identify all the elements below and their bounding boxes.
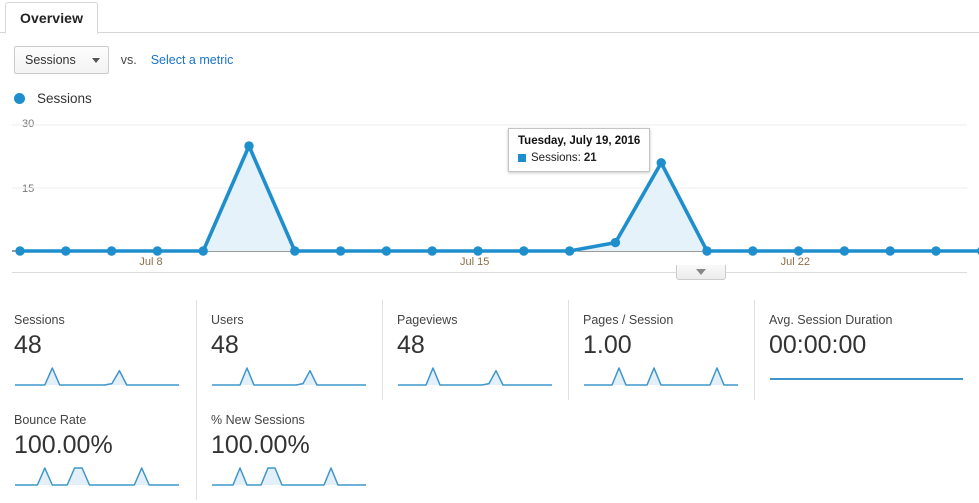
chart-point[interactable] [793,246,804,256]
chart-point[interactable] [885,246,895,256]
chart-point[interactable] [427,246,437,256]
chart-point[interactable] [702,246,712,256]
chart-point[interactable] [656,158,666,168]
primary-metric-value: Sessions [25,53,76,67]
chart-point[interactable] [748,246,758,256]
metric-card-sparkline [15,367,179,386]
chart-point[interactable] [381,246,392,256]
tooltip-metric-row: Sessions: 21 [518,151,640,165]
tooltip-metric-label: Sessions: [531,152,581,164]
sessions-chart-svg [12,124,979,256]
metric-card[interactable]: % New Sessions 100.00% [196,400,382,500]
metric-cards: Sessions 48 Users 48 Pageviews 48 Pages / Sess… [0,300,979,500]
metric-card-value: 00:00:00 [769,331,867,359]
metric-card[interactable]: Avg. Session Duration 00:00:00 [754,300,979,400]
primary-metric-dropdown[interactable]: Sessions [14,46,109,74]
metric-card[interactable]: Bounce Rate 100.00% [0,400,196,500]
metric-card-sparkline [584,367,738,386]
metric-card-title: Avg. Session Duration [769,313,893,327]
metric-card-value: 48 [397,331,425,359]
x-axis-tick-jul22: Jul 22 [780,256,810,268]
chart-point[interactable] [61,246,71,256]
tab-overview[interactable]: Overview [5,2,99,34]
metric-card-value: 1.00 [583,331,632,359]
chart-bottom-divider [12,272,967,273]
tooltip-metric-value: 21 [583,152,597,164]
metric-card-sparkline [398,367,552,386]
x-axis-tick-jul15: Jul 15 [460,256,490,268]
metric-card-value: 100.00% [14,431,113,459]
series-square-icon [518,154,526,162]
vs-label: vs. [120,53,137,67]
metric-card-title: Pages / Session [583,313,674,327]
analytics-overview-page: Overview Sessions vs. Select a metric Se… [0,0,979,503]
tab-overview-label: Overview [20,10,84,26]
metric-card[interactable]: Sessions 48 [0,300,196,400]
metric-card-sparkline [15,467,179,486]
chart-point[interactable] [564,246,575,256]
metric-card-value: 48 [211,331,239,359]
select-a-metric-link[interactable]: Select a metric [151,53,234,67]
metric-selector-row: Sessions vs. Select a metric [0,44,233,76]
metric-card-title: % New Sessions [211,413,305,427]
metric-card-row-1: Sessions 48 Users 48 Pageviews 48 Pages / Sess… [0,300,979,400]
chevron-down-icon [91,57,100,63]
chart-tooltip: Tuesday, July 19, 2016 Sessions: 21 [508,128,651,172]
chart-point[interactable] [931,246,941,256]
metric-card[interactable]: Pages / Session 1.00 [568,300,754,400]
metric-card-value: 100.00% [211,431,310,459]
metric-card-title: Bounce Rate [14,413,87,427]
x-axis-tick-jul8: Jul 8 [139,256,163,268]
chart-point[interactable] [152,246,163,256]
metric-card-value: 48 [14,331,42,359]
metric-card-title: Pageviews [397,313,458,327]
chart-point[interactable] [106,246,117,256]
chart-point[interactable] [839,246,850,256]
metric-card[interactable]: Users 48 [196,300,382,400]
chart-point[interactable] [198,246,208,256]
tab-strip: Overview [0,0,979,34]
metric-card-title: Users [211,313,244,327]
chart-point[interactable] [473,246,483,256]
legend-series-label: Sessions [37,90,92,106]
chart-collapse-button[interactable] [676,265,726,280]
chart-point[interactable] [290,246,300,256]
metric-card-sparkline [212,367,366,386]
metric-card-row-2: Bounce Rate 100.00% % New Sessions 100.00% [0,400,979,500]
chevron-down-icon [696,269,706,275]
chart-point[interactable] [335,246,346,256]
tooltip-date: Tuesday, July 19, 2016 [518,135,641,147]
chart-point[interactable] [610,237,621,248]
chart-point[interactable] [519,246,529,256]
sessions-chart[interactable] [0,112,979,262]
metric-card-sparkline [770,378,963,380]
series-dot-icon [14,92,25,104]
chart-point[interactable] [15,246,25,256]
chart-legend: Sessions [14,88,92,108]
metric-card-title: Sessions [14,313,65,327]
metric-card-sparkline [212,467,366,486]
chart-point[interactable] [244,141,254,151]
metric-card[interactable]: Pageviews 48 [382,300,568,400]
